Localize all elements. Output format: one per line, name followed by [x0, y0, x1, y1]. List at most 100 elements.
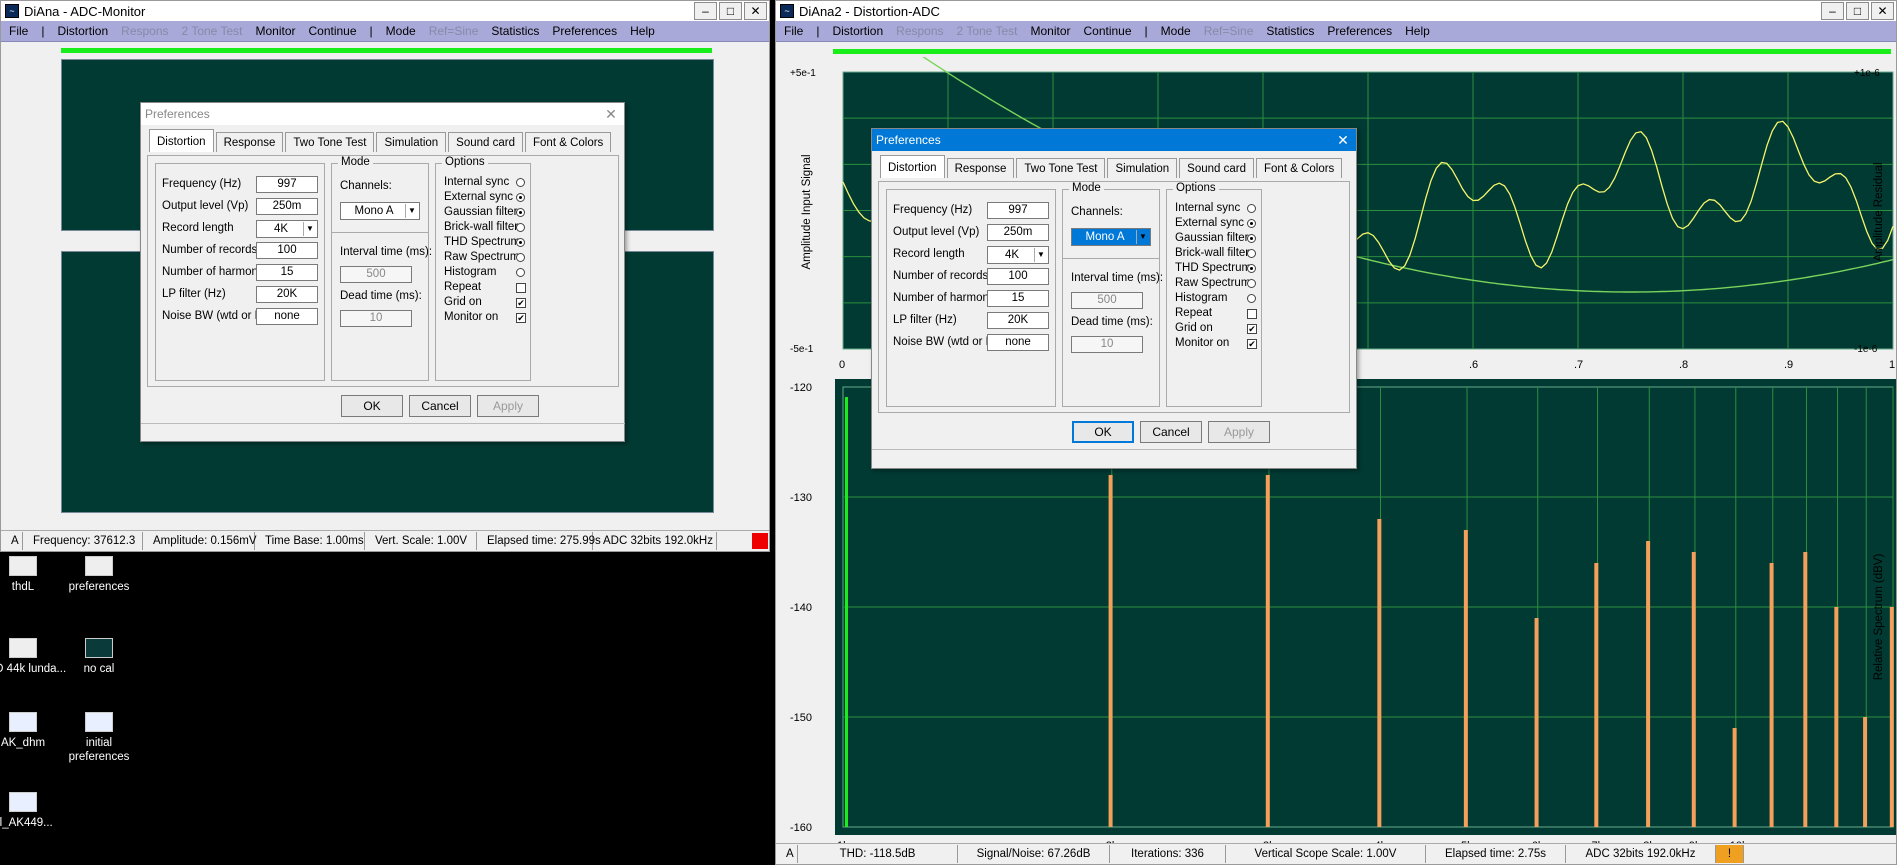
option-radio[interactable] [516, 208, 525, 217]
dialog-titlebar[interactable]: Preferences ✕ [141, 103, 624, 125]
menu-file[interactable]: File [784, 24, 803, 38]
field-input[interactable]: 997 [256, 176, 318, 193]
option-radio[interactable] [1247, 234, 1256, 243]
chevron-down-icon[interactable]: ▼ [1034, 248, 1047, 262]
menu-distortion[interactable]: Distortion [57, 24, 108, 38]
menu-preferences[interactable]: Preferences [552, 24, 617, 38]
field-input[interactable]: 15 [256, 264, 318, 281]
minimize-icon[interactable]: – [694, 2, 717, 20]
dialog-titlebar[interactable]: Preferences ✕ [872, 129, 1356, 151]
tab-font-colors[interactable]: Font & Colors [525, 132, 612, 152]
close-icon[interactable]: ✕ [744, 2, 767, 20]
tab-simulation[interactable]: Simulation [376, 132, 447, 152]
option-radio[interactable] [516, 193, 525, 202]
record-length-select[interactable]: 4K ▼ [256, 220, 318, 238]
desktop-icon[interactable]: preferences [54, 556, 144, 594]
tab-font-colors[interactable]: Font & Colors [1256, 158, 1343, 178]
menu-file[interactable]: File [9, 24, 28, 38]
minimize-icon[interactable]: – [1821, 2, 1844, 20]
chevron-down-icon[interactable]: ▼ [405, 204, 418, 218]
interval-input[interactable]: 500 [1071, 292, 1143, 309]
option-checkbox[interactable] [516, 283, 526, 293]
dead-time-input[interactable]: 10 [1071, 336, 1143, 353]
field-input[interactable]: 997 [987, 202, 1049, 219]
maximize-icon[interactable]: □ [1846, 2, 1869, 20]
tab-distortion[interactable]: Distortion [149, 129, 214, 152]
field-input[interactable]: 15 [987, 290, 1049, 307]
desktop-icon-label: initial preferences [68, 737, 130, 763]
menu-help[interactable]: Help [630, 24, 655, 38]
option-radio[interactable] [1247, 264, 1256, 273]
tab-two-tone-test[interactable]: Two Tone Test [285, 132, 375, 152]
tab-response[interactable]: Response [946, 158, 1015, 178]
tab-simulation[interactable]: Simulation [1107, 158, 1178, 178]
dialog-close-icon[interactable]: ✕ [598, 106, 624, 123]
chevron-down-icon[interactable]: ▼ [1136, 230, 1149, 244]
menu-continue[interactable]: Continue [308, 24, 356, 38]
field-input[interactable]: 100 [987, 268, 1049, 285]
record-length-select[interactable]: 4K ▼ [987, 246, 1049, 264]
option-radio[interactable] [516, 223, 525, 232]
tab-distortion[interactable]: Distortion [880, 155, 945, 178]
field-input[interactable]: 250m [987, 224, 1049, 241]
menu-preferences[interactable]: Preferences [1327, 24, 1392, 38]
desktop-icon[interactable]: al_AK449... [0, 792, 68, 830]
option-checkbox[interactable]: ✔ [1247, 324, 1257, 334]
menu-continue[interactable]: Continue [1083, 24, 1131, 38]
desktop-icon-label: al_AK449... [0, 817, 53, 829]
apply-button[interactable]: Apply [1208, 421, 1270, 443]
option-radio[interactable] [1247, 204, 1256, 213]
menu-distortion[interactable]: Distortion [832, 24, 883, 38]
right-titlebar[interactable]: ~ DiAna2 - Distortion-ADC – □ ✕ [776, 1, 1896, 21]
channels-select[interactable]: Mono A ▼ [340, 202, 420, 220]
menu-mode[interactable]: Mode [1161, 24, 1191, 38]
option-checkbox[interactable]: ✔ [516, 313, 526, 323]
menu-monitor[interactable]: Monitor [255, 24, 295, 38]
status-field: Vertical Scope Scale: 1.00V [1226, 844, 1426, 863]
tab-sound-card[interactable]: Sound card [448, 132, 523, 152]
field-input[interactable]: 100 [256, 242, 318, 259]
dead-time-input[interactable]: 10 [340, 310, 412, 327]
tab-sound-card[interactable]: Sound card [1179, 158, 1254, 178]
menu-help[interactable]: Help [1405, 24, 1430, 38]
cancel-button[interactable]: Cancel [409, 395, 471, 417]
menu-statistics[interactable]: Statistics [491, 24, 539, 38]
option-checkbox[interactable]: ✔ [1247, 339, 1257, 349]
option-checkbox[interactable]: ✔ [516, 298, 526, 308]
menu-statistics[interactable]: Statistics [1266, 24, 1314, 38]
menu-mode[interactable]: Mode [386, 24, 416, 38]
option-radio[interactable] [1247, 279, 1256, 288]
option-radio[interactable] [516, 238, 525, 247]
chevron-down-icon[interactable]: ▼ [303, 222, 316, 236]
desktop-icon[interactable]: initial preferences [54, 712, 144, 764]
option-radio[interactable] [516, 268, 525, 277]
option-radio[interactable] [1247, 219, 1256, 228]
dialog-close-icon[interactable]: ✕ [1330, 132, 1356, 149]
field-input[interactable]: none [987, 334, 1049, 351]
maximize-icon[interactable]: □ [719, 2, 742, 20]
menu-monitor[interactable]: Monitor [1030, 24, 1070, 38]
channels-select[interactable]: Mono A ▼ [1071, 228, 1151, 246]
field-input[interactable]: 250m [256, 198, 318, 215]
tab-response[interactable]: Response [215, 132, 284, 152]
interval-input[interactable]: 500 [340, 266, 412, 283]
tab-two-tone-test[interactable]: Two Tone Test [1016, 158, 1106, 178]
option-checkbox[interactable] [1247, 309, 1257, 319]
left-titlebar[interactable]: ~ DiAna - ADC-Monitor – □ ✕ [1, 1, 769, 21]
option-radio[interactable] [1247, 249, 1256, 258]
option-label: Brick-wall filter [1175, 247, 1250, 259]
field-input[interactable]: 20K [987, 312, 1049, 329]
ok-button[interactable]: OK [1072, 421, 1134, 443]
option-radio[interactable] [516, 253, 525, 262]
desktop-icon[interactable]: no cal [54, 638, 144, 676]
field-input[interactable]: none [256, 308, 318, 325]
ok-button[interactable]: OK [341, 395, 403, 417]
field-input[interactable]: 20K [256, 286, 318, 303]
y-tick-label: -150 [790, 712, 812, 724]
option-radio[interactable] [1247, 294, 1256, 303]
distortion-fields-group: Frequency (Hz) 997 Output level (Vp) 250m Re… [886, 189, 1056, 407]
close-icon[interactable]: ✕ [1871, 2, 1894, 20]
apply-button[interactable]: Apply [477, 395, 539, 417]
cancel-button[interactable]: Cancel [1140, 421, 1202, 443]
option-radio[interactable] [516, 178, 525, 187]
